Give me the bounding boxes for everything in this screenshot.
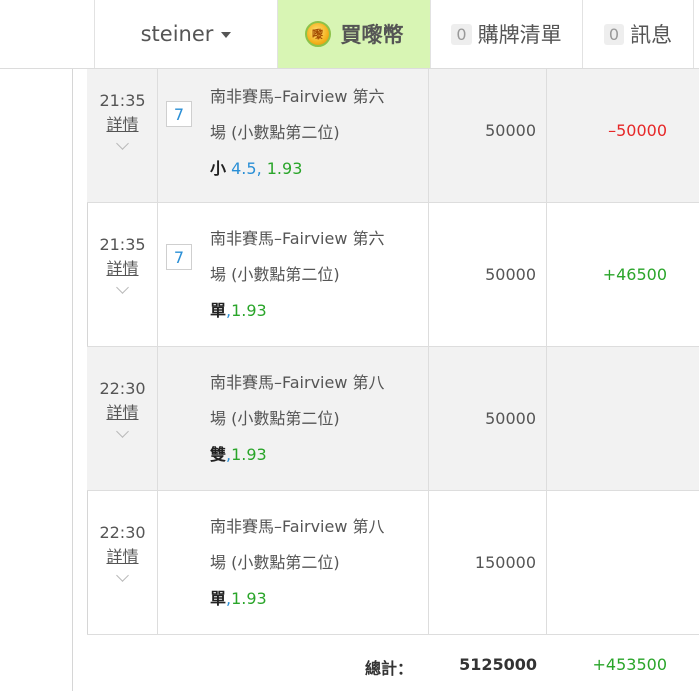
bet-time: 22:30: [99, 379, 146, 398]
totals-row: 總計： 5125000 +453500: [87, 635, 699, 693]
odds: 1.93: [231, 445, 267, 464]
buy-coins-label: 買嚟幣: [340, 23, 404, 47]
race-number-badge: 7: [166, 244, 192, 270]
selection: 小: [210, 159, 227, 178]
details-link[interactable]: 詳情: [87, 545, 158, 569]
username: steiner: [140, 22, 214, 46]
bet-slip-count: 0: [451, 23, 472, 45]
bet-time: 21:35: [99, 91, 146, 110]
selection: 雙: [210, 445, 227, 464]
bet-slip-button[interactable]: 0 購牌清單: [430, 0, 582, 68]
details-link[interactable]: 詳情: [87, 401, 158, 425]
selection: 單: [210, 301, 227, 320]
bet-history-table: 21:35 詳情 7 南非賽馬–Fairview 第六 場 (小數點第二位) 小…: [87, 69, 699, 693]
odds: 1.93: [231, 301, 267, 320]
total-label: 總計：: [364, 659, 413, 678]
table-row: 21:35 詳情 7 南非賽馬–Fairview 第六 場 (小數點第二位) 單…: [87, 203, 699, 347]
bet-time: 22:30: [99, 523, 146, 542]
stake-amount: 150000: [474, 553, 536, 572]
stake-amount: 50000: [485, 265, 536, 284]
bet-slip-label: 購牌清單: [477, 23, 562, 47]
selection: 單: [210, 589, 227, 608]
chevron-down-icon[interactable]: [116, 281, 129, 294]
messages-label: 訊息: [630, 23, 673, 47]
messages-button[interactable]: 0 訊息: [582, 0, 694, 68]
user-menu[interactable]: steiner: [94, 0, 277, 68]
messages-count: 0: [603, 23, 625, 45]
total-stake: 5125000: [459, 655, 537, 674]
event-market: 場 (小數點第二位): [210, 123, 340, 142]
selection-line: 小 4.5, 1.93: [210, 159, 303, 178]
event-name: 南非賽馬–Fairview 第八: [210, 373, 385, 392]
chevron-down-icon[interactable]: [116, 137, 129, 150]
table-row: 22:30 詳情 南非賽馬–Fairview 第八 場 (小數點第二位) 雙,1…: [87, 347, 699, 491]
result-amount: +46500: [602, 265, 667, 284]
event-name: 南非賽馬–Fairview 第八: [210, 517, 385, 536]
buy-coins-button[interactable]: 嚟 買嚟幣: [277, 0, 430, 68]
bet-time: 21:35: [99, 235, 146, 254]
chevron-down-icon[interactable]: [116, 425, 129, 438]
left-rail-divider: [72, 69, 73, 691]
event-market: 場 (小數點第二位): [210, 553, 340, 572]
stake-amount: 50000: [485, 409, 536, 428]
selection-line: 單,1.93: [210, 589, 267, 608]
selection-line: 雙,1.93: [210, 445, 267, 464]
total-result: +453500: [592, 655, 667, 674]
event-market: 場 (小數點第二位): [210, 409, 340, 428]
odds: 1.93: [231, 589, 267, 608]
table-row: 21:35 詳情 7 南非賽馬–Fairview 第六 場 (小數點第二位) 小…: [87, 69, 699, 203]
stake-amount: 50000: [485, 121, 536, 140]
result-amount: –50000: [608, 121, 667, 140]
selection-line: 單,1.93: [210, 301, 267, 320]
caret-down-icon: [221, 32, 232, 38]
event-market: 場 (小數點第二位): [210, 265, 340, 284]
odds: 1.93: [266, 159, 303, 178]
event-name: 南非賽馬–Fairview 第六: [210, 87, 385, 106]
details-link[interactable]: 詳情: [87, 257, 158, 281]
coin-icon: 嚟: [304, 21, 331, 47]
chevron-down-icon[interactable]: [116, 569, 129, 582]
race-number-badge: 7: [166, 101, 192, 127]
top-nav-bar: steiner 嚟 買嚟幣 0 購牌清單 0 訊息: [0, 0, 699, 69]
details-link[interactable]: 詳情: [87, 113, 158, 137]
event-name: 南非賽馬–Fairview 第六: [210, 229, 385, 248]
handicap-line: 4.5: [231, 159, 257, 178]
table-row: 22:30 詳情 南非賽馬–Fairview 第八 場 (小數點第二位) 單,1…: [87, 491, 699, 635]
